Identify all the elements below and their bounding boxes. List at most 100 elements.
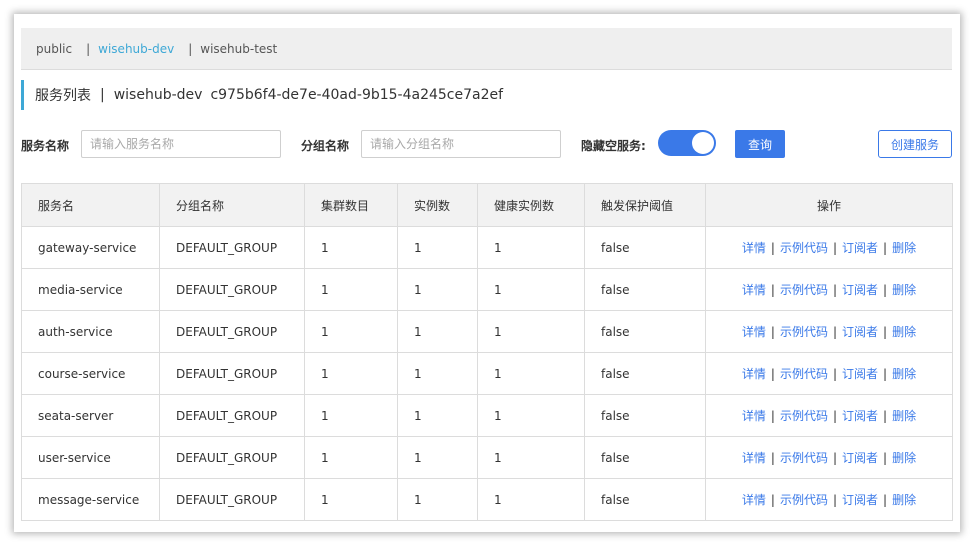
- delete-link[interactable]: 删除: [892, 325, 916, 339]
- namespace-tab-wisehub-dev[interactable]: wisehub-dev: [98, 42, 174, 56]
- subscriber-link[interactable]: 订阅者: [842, 283, 878, 297]
- cell-cluster-count: 1: [304, 226, 398, 269]
- cell-instance-count: 1: [397, 310, 478, 353]
- header-protect-threshold: 触发保护阈值: [584, 183, 706, 227]
- cell-service-name: user-service: [21, 436, 160, 479]
- cell-operations: 详情 | 示例代码 | 订阅者 | 删除: [705, 226, 953, 269]
- action-separator: |: [883, 367, 888, 381]
- delete-link[interactable]: 删除: [892, 367, 916, 381]
- search-bar: 服务名称 分组名称 隐藏空服务: 查询 创建服务: [21, 130, 952, 160]
- action-separator: |: [832, 451, 838, 465]
- title-separator: |: [100, 87, 105, 103]
- action-separator: |: [770, 367, 775, 381]
- service-name-input[interactable]: [81, 130, 281, 158]
- page-title: 服务列表 | wisehub-dev c975b6f4-de7e-40ad-9b…: [21, 80, 503, 110]
- group-name-input[interactable]: [361, 130, 561, 158]
- detail-link[interactable]: 详情: [742, 367, 766, 381]
- table-row: course-service DEFAULT_GROUP 1 1 1 false 详情 | 示例…: [21, 352, 953, 395]
- delete-link[interactable]: 删除: [892, 451, 916, 465]
- detail-link[interactable]: 详情: [742, 493, 766, 507]
- detail-link[interactable]: 详情: [742, 409, 766, 423]
- table-row: gateway-service DEFAULT_GROUP 1 1 1 false 详情 | 示…: [21, 226, 953, 269]
- cell-healthy-count: 1: [477, 394, 585, 437]
- table-row: seata-server DEFAULT_GROUP 1 1 1 false 详情 | 示例代码…: [21, 394, 953, 437]
- namespace-separator: |: [188, 41, 193, 56]
- detail-link[interactable]: 详情: [742, 451, 766, 465]
- subscriber-link[interactable]: 订阅者: [842, 409, 878, 423]
- service-table: 服务名 分组名称 集群数目 实例数 健康实例数 触发保护阈值 操作 gatewa…: [21, 183, 953, 521]
- cell-instance-count: 1: [397, 436, 478, 479]
- sample-code-link[interactable]: 示例代码: [780, 451, 828, 465]
- sample-code-link[interactable]: 示例代码: [780, 241, 828, 255]
- cell-cluster-count: 1: [304, 436, 398, 479]
- cell-operations: 详情 | 示例代码 | 订阅者 | 删除: [705, 352, 953, 395]
- header-healthy-count: 健康实例数: [477, 183, 585, 227]
- sample-code-link[interactable]: 示例代码: [780, 283, 828, 297]
- action-separator: |: [832, 283, 838, 297]
- subscriber-link[interactable]: 订阅者: [842, 493, 878, 507]
- hide-empty-label: 隐藏空服务:: [581, 139, 646, 153]
- cell-instance-count: 1: [397, 352, 478, 395]
- cell-operations: 详情 | 示例代码 | 订阅者 | 删除: [705, 394, 953, 437]
- delete-link[interactable]: 删除: [892, 283, 916, 297]
- delete-link[interactable]: 删除: [892, 409, 916, 423]
- hide-empty-toggle[interactable]: [658, 130, 716, 156]
- cell-healthy-count: 1: [477, 436, 585, 479]
- namespace-separator: |: [86, 41, 91, 56]
- cell-healthy-count: 1: [477, 352, 585, 395]
- action-separator: |: [770, 283, 775, 297]
- sample-code-link[interactable]: 示例代码: [780, 493, 828, 507]
- cell-operations: 详情 | 示例代码 | 订阅者 | 删除: [705, 268, 953, 311]
- current-namespace: wisehub-dev: [113, 87, 203, 103]
- cell-group-name: DEFAULT_GROUP: [159, 268, 305, 311]
- cell-cluster-count: 1: [304, 352, 398, 395]
- group-name-label: 分组名称: [301, 139, 350, 153]
- cell-group-name: DEFAULT_GROUP: [159, 436, 305, 479]
- cell-operations: 详情 | 示例代码 | 订阅者 | 删除: [705, 478, 953, 521]
- cell-protect-threshold: false: [584, 436, 706, 479]
- cell-healthy-count: 1: [477, 226, 585, 269]
- query-button[interactable]: 查询: [735, 130, 785, 158]
- subscriber-link[interactable]: 订阅者: [842, 451, 878, 465]
- cell-instance-count: 1: [397, 478, 478, 521]
- action-separator: |: [883, 409, 888, 423]
- action-separator: |: [832, 409, 838, 423]
- cell-operations: 详情 | 示例代码 | 订阅者 | 删除: [705, 310, 953, 353]
- detail-link[interactable]: 详情: [742, 325, 766, 339]
- sample-code-link[interactable]: 示例代码: [780, 325, 828, 339]
- cell-instance-count: 1: [397, 226, 478, 269]
- cell-protect-threshold: false: [584, 352, 706, 395]
- detail-link[interactable]: 详情: [742, 241, 766, 255]
- detail-link[interactable]: 详情: [742, 283, 766, 297]
- cell-service-name: course-service: [21, 352, 160, 395]
- cell-service-name: gateway-service: [21, 226, 160, 269]
- delete-link[interactable]: 删除: [892, 241, 916, 255]
- service-list-panel: public | wisehub-dev | wisehub-test 服务列表…: [14, 14, 960, 532]
- action-separator: |: [770, 241, 775, 255]
- namespace-tab-wisehub-test[interactable]: wisehub-test: [200, 42, 277, 56]
- cell-group-name: DEFAULT_GROUP: [159, 394, 305, 437]
- cell-protect-threshold: false: [584, 310, 706, 353]
- table-header-row: 服务名 分组名称 集群数目 实例数 健康实例数 触发保护阈值 操作: [21, 183, 953, 227]
- sample-code-link[interactable]: 示例代码: [780, 367, 828, 381]
- cell-instance-count: 1: [397, 268, 478, 311]
- cell-service-name: seata-server: [21, 394, 160, 437]
- delete-link[interactable]: 删除: [892, 493, 916, 507]
- cell-healthy-count: 1: [477, 478, 585, 521]
- sample-code-link[interactable]: 示例代码: [780, 409, 828, 423]
- cell-healthy-count: 1: [477, 268, 585, 311]
- cell-protect-threshold: false: [584, 394, 706, 437]
- create-service-button[interactable]: 创建服务: [878, 130, 952, 158]
- cell-cluster-count: 1: [304, 394, 398, 437]
- cell-service-name: media-service: [21, 268, 160, 311]
- subscriber-link[interactable]: 订阅者: [842, 241, 878, 255]
- header-service-name: 服务名: [21, 183, 160, 227]
- cell-instance-count: 1: [397, 394, 478, 437]
- subscriber-link[interactable]: 订阅者: [842, 367, 878, 381]
- header-group-name: 分组名称: [159, 183, 305, 227]
- namespace-tab-public[interactable]: public: [36, 42, 72, 56]
- page-title-label: 服务列表: [35, 88, 91, 104]
- cell-group-name: DEFAULT_GROUP: [159, 310, 305, 353]
- subscriber-link[interactable]: 订阅者: [842, 325, 878, 339]
- cell-protect-threshold: false: [584, 268, 706, 311]
